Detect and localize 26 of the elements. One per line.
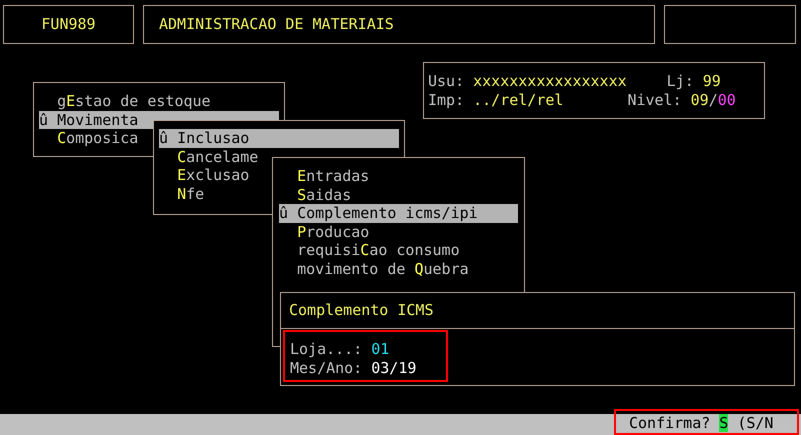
menu-item[interactable]: requisiCao consumo <box>279 241 518 260</box>
field-label: Mes/Ano: <box>290 358 362 377</box>
menu-item[interactable]: Saidas <box>279 186 518 204</box>
printer-label: Imp: <box>428 90 464 109</box>
field-label: Loja...: <box>290 340 362 358</box>
confirm-prompt: Confirma? <box>629 414 710 432</box>
store-label: Lj: <box>666 72 694 90</box>
confirm-options: (S/N <box>737 414 774 432</box>
user-value: xxxxxxxxxxxxxxxxx <box>473 72 627 90</box>
menu-item[interactable]: û Complemento icms/ipi <box>279 204 518 222</box>
level-label: Nivel: <box>627 90 682 109</box>
program-code: FUN989 <box>41 15 96 34</box>
menu-item[interactable]: û Inclusao <box>159 129 399 148</box>
field-value[interactable]: 01 <box>371 340 390 358</box>
user-label: Usu: <box>428 72 464 90</box>
field-value[interactable]: 03/19 <box>371 358 416 377</box>
menu-item[interactable]: Entradas <box>279 167 518 186</box>
printer-value: ../rel/rel <box>473 90 564 109</box>
store-value: 99 <box>702 72 721 90</box>
dialog-title: Complemento ICMS <box>289 301 434 320</box>
menu-item[interactable]: movimento de Quebra <box>279 260 518 278</box>
confirm-answer[interactable]: S <box>719 414 728 432</box>
menu-item[interactable]: Producao <box>279 222 518 241</box>
menu-item[interactable]: gEstao de estoque <box>39 92 279 110</box>
level-value: 09/00 <box>690 90 736 109</box>
system-title: ADMINISTRACAO DE MATERIAIS <box>159 15 394 34</box>
